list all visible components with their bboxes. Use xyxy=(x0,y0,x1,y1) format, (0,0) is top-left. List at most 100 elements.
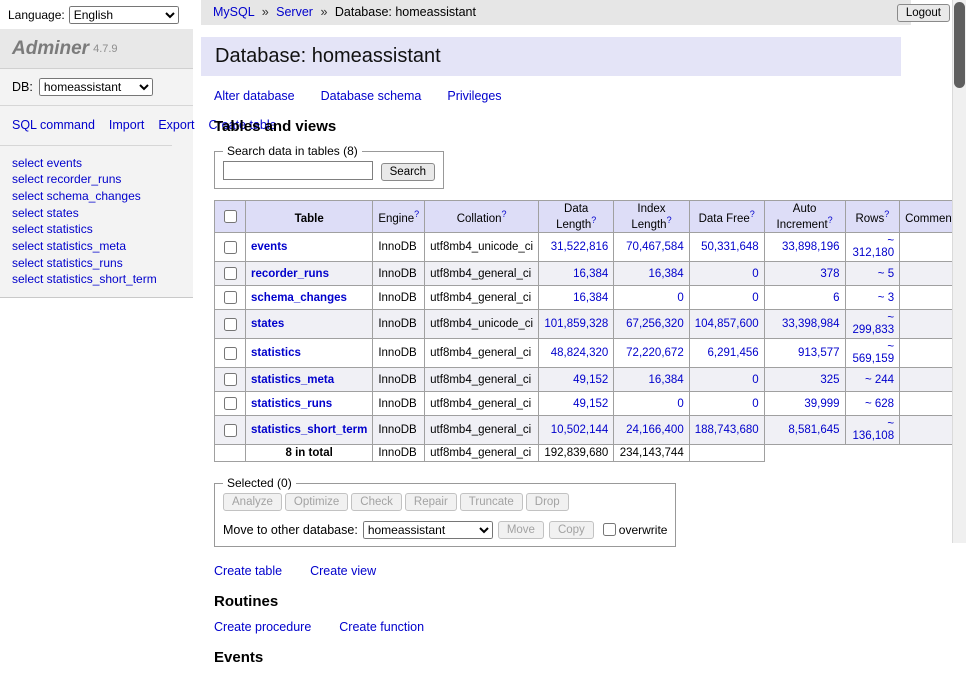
column-help-link[interactable]: ? xyxy=(501,209,506,219)
data-free-link[interactable]: 0 xyxy=(752,374,758,386)
table-name-link[interactable]: recorder_runs xyxy=(251,268,329,280)
data-free-link[interactable]: 0 xyxy=(752,398,758,410)
column-help-link[interactable]: ? xyxy=(884,209,889,219)
data-free-link[interactable]: 104,857,600 xyxy=(695,318,759,330)
row-checkbox[interactable] xyxy=(224,373,237,386)
row-checkbox[interactable] xyxy=(224,424,237,437)
scrollbar-thumb[interactable] xyxy=(954,2,965,88)
sidebar-table-link[interactable]: select schema_changes xyxy=(12,188,181,205)
sidebar-table-link[interactable]: select states xyxy=(12,205,181,222)
routine-create-link[interactable]: Create function xyxy=(339,620,424,634)
sidebar-action-link[interactable]: Export xyxy=(158,118,194,132)
database-nav-link[interactable]: Database schema xyxy=(321,89,422,103)
rows-count-link[interactable]: ~ 299,833 xyxy=(853,312,895,336)
auto-increment-link[interactable]: 8,581,645 xyxy=(788,424,839,436)
data-length-link[interactable]: 48,824,320 xyxy=(551,347,609,359)
sidebar-table-link[interactable]: select statistics xyxy=(12,221,181,238)
data-length-link[interactable]: 16,384 xyxy=(573,268,608,280)
overwrite-checkbox[interactable] xyxy=(603,523,616,536)
database-nav-link[interactable]: Privileges xyxy=(447,89,501,103)
sidebar-table-link[interactable]: select events xyxy=(12,155,181,172)
data-length-link[interactable]: 101,859,328 xyxy=(544,318,608,330)
rows-count-link[interactable]: ~ 136,108 xyxy=(853,418,895,442)
table-name-link[interactable]: statistics_meta xyxy=(251,374,334,386)
selected-action-button[interactable]: Check xyxy=(351,493,402,511)
language-select[interactable]: English xyxy=(69,6,179,24)
data-free-link[interactable]: 188,743,680 xyxy=(695,424,759,436)
sidebar-table-link[interactable]: select statistics_meta xyxy=(12,238,181,255)
selected-action-button[interactable]: Truncate xyxy=(460,493,523,511)
table-name-link[interactable]: states xyxy=(251,318,284,330)
auto-increment-link[interactable]: 378 xyxy=(820,268,839,280)
selected-action-button[interactable]: Repair xyxy=(405,493,457,511)
index-length-link[interactable]: 72,220,672 xyxy=(626,347,684,359)
db-select[interactable]: homeassistant xyxy=(39,78,153,96)
index-length-link[interactable]: 0 xyxy=(677,292,683,304)
row-checkbox[interactable] xyxy=(224,241,237,254)
select-all-checkbox[interactable] xyxy=(224,210,237,223)
data-length-link[interactable]: 16,384 xyxy=(573,292,608,304)
search-input[interactable] xyxy=(223,161,373,180)
selected-action-button[interactable]: Analyze xyxy=(223,493,282,511)
index-length-link[interactable]: 16,384 xyxy=(649,268,684,280)
rows-count-link[interactable]: ~ 569,159 xyxy=(853,341,895,365)
column-help-link[interactable]: ? xyxy=(828,215,833,225)
create-link[interactable]: Create view xyxy=(310,564,376,578)
auto-increment-link[interactable]: 39,999 xyxy=(804,398,839,410)
search-button[interactable]: Search xyxy=(381,163,435,181)
routine-create-link[interactable]: Create procedure xyxy=(214,620,311,634)
sidebar-table-link[interactable]: select statistics_short_term xyxy=(12,271,181,288)
rows-count-link[interactable]: ~ 312,180 xyxy=(853,235,895,259)
column-help-link[interactable]: ? xyxy=(414,209,419,219)
data-length-link[interactable]: 31,522,816 xyxy=(551,241,609,253)
auto-increment-link[interactable]: 33,898,196 xyxy=(782,241,840,253)
index-length-link[interactable]: 0 xyxy=(677,398,683,410)
table-name-link[interactable]: statistics_short_term xyxy=(251,424,367,436)
logout-button[interactable]: Logout xyxy=(897,4,950,22)
table-name-link[interactable]: statistics xyxy=(251,347,301,359)
adminer-brand-link[interactable]: Adminer xyxy=(12,38,89,59)
move-database-select[interactable]: homeassistant xyxy=(363,521,493,539)
table-name-link[interactable]: schema_changes xyxy=(251,292,347,304)
selected-action-button[interactable]: Optimize xyxy=(285,493,348,511)
auto-increment-link[interactable]: 325 xyxy=(820,374,839,386)
copy-button[interactable]: Copy xyxy=(549,521,594,539)
row-checkbox[interactable] xyxy=(224,291,237,304)
index-length-link[interactable]: 70,467,584 xyxy=(626,241,684,253)
selected-action-button[interactable]: Drop xyxy=(526,493,569,511)
breadcrumb-server-link[interactable]: Server xyxy=(276,5,313,19)
sidebar-table-link[interactable]: select recorder_runs xyxy=(12,171,181,188)
index-length-link[interactable]: 67,256,320 xyxy=(626,318,684,330)
data-free-link[interactable]: 6,291,456 xyxy=(708,347,759,359)
table-name-link[interactable]: events xyxy=(251,241,287,253)
data-length-link[interactable]: 10,502,144 xyxy=(551,424,609,436)
row-checkbox[interactable] xyxy=(224,347,237,360)
create-link[interactable]: Create table xyxy=(214,564,282,578)
vertical-scrollbar[interactable] xyxy=(952,0,966,543)
row-checkbox[interactable] xyxy=(224,397,237,410)
data-free-link[interactable]: 0 xyxy=(752,268,758,280)
database-nav-link[interactable]: Alter database xyxy=(214,89,295,103)
breadcrumb-mysql-link[interactable]: MySQL xyxy=(213,5,254,19)
rows-count-link[interactable]: ~ 628 xyxy=(865,398,894,410)
sidebar-table-link[interactable]: select statistics_runs xyxy=(12,255,181,272)
index-length-link[interactable]: 16,384 xyxy=(649,374,684,386)
auto-increment-link[interactable]: 913,577 xyxy=(798,347,840,359)
row-checkbox[interactable] xyxy=(224,318,237,331)
data-free-link[interactable]: 50,331,648 xyxy=(701,241,759,253)
sidebar-action-link[interactable]: SQL command xyxy=(12,118,95,132)
rows-count-link[interactable]: ~ 5 xyxy=(878,268,894,280)
data-length-link[interactable]: 49,152 xyxy=(573,398,608,410)
data-length-link[interactable]: 49,152 xyxy=(573,374,608,386)
column-help-link[interactable]: ? xyxy=(667,215,672,225)
auto-increment-link[interactable]: 6 xyxy=(833,292,839,304)
table-name-link[interactable]: statistics_runs xyxy=(251,398,332,410)
rows-count-link[interactable]: ~ 3 xyxy=(878,292,894,304)
row-checkbox[interactable] xyxy=(224,267,237,280)
sidebar-action-link[interactable]: Import xyxy=(109,118,144,132)
index-length-link[interactable]: 24,166,400 xyxy=(626,424,684,436)
rows-count-link[interactable]: ~ 244 xyxy=(865,374,894,386)
move-button[interactable]: Move xyxy=(498,521,544,539)
data-free-link[interactable]: 0 xyxy=(752,292,758,304)
column-help-link[interactable]: ? xyxy=(591,215,596,225)
